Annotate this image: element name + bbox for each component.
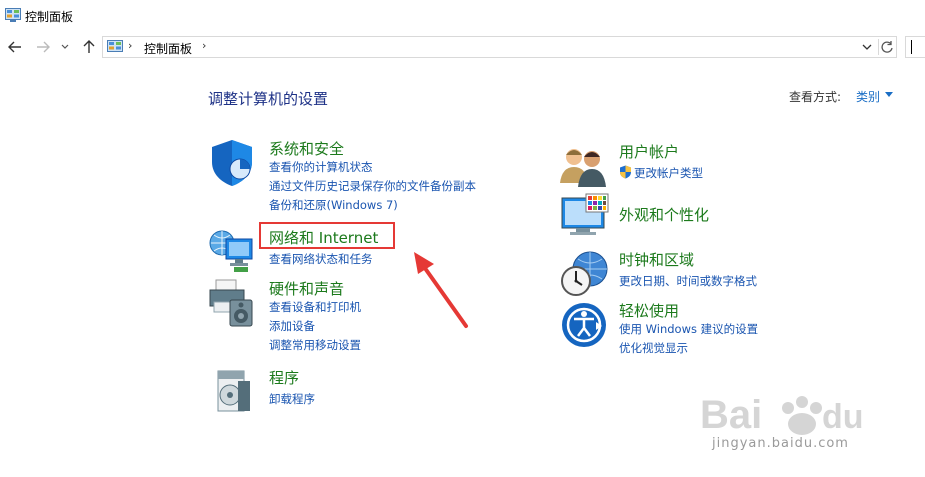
clock-globe-icon [561,251,608,296]
link-file-history[interactable]: 通过文件历史记录保存你的文件备份副本 [269,178,476,194]
category-title[interactable]: 轻松使用 [619,300,679,321]
svg-text:Bai: Bai [700,393,762,437]
up-button[interactable] [81,39,97,55]
link-backup-restore[interactable]: 备份和还原(Windows 7) [269,197,398,213]
link-mobility-settings[interactable]: 调整常用移动设置 [269,337,361,353]
watermark-url: jingyan.baidu.com [712,436,849,451]
annotation-arrow-icon [414,252,468,328]
link-optimize-display[interactable]: 优化视觉显示 [619,340,688,356]
category-title[interactable]: 外观和个性化 [619,204,709,225]
page-title: 调整计算机的设置 [208,90,329,108]
category-title[interactable]: 程序 [269,367,299,388]
category-title[interactable]: 时钟和区域 [619,249,694,270]
users-icon [560,149,606,187]
chevron-down-icon [61,44,69,49]
breadcrumb-separator[interactable]: › [128,39,132,52]
title-bar: 控制面板 [0,0,925,33]
text-caret [911,40,912,54]
search-input[interactable] [905,36,925,58]
link-view-computer-status[interactable]: 查看你的计算机状态 [269,159,373,175]
shield-icon [212,140,252,186]
link-add-device[interactable]: 添加设备 [269,318,315,334]
dropdown-arrow-icon[interactable] [885,92,893,97]
breadcrumb-separator[interactable]: › [202,39,206,52]
refresh-icon[interactable] [878,39,895,55]
category-title[interactable]: 硬件和声音 [269,278,344,299]
highlight-box [259,222,395,249]
arrow-right-icon [37,41,50,53]
link-change-date-time[interactable]: 更改日期、时间或数字格式 [619,273,757,289]
arrow-left-icon [8,41,21,53]
view-by-dropdown[interactable]: 类别 [856,88,880,105]
chevron-down-icon[interactable] [860,40,874,54]
link-change-account-type[interactable]: 更改帐户类型 [634,165,703,181]
link-recommended-settings[interactable]: 使用 Windows 建议的设置 [619,321,758,337]
printer-speaker-icon [209,279,253,327]
arrow-up-icon [83,40,95,53]
display-palette-icon [561,193,609,235]
link-network-status[interactable]: 查看网络状态和任务 [269,251,373,267]
window-title: 控制面板 [25,10,74,24]
view-by-label: 查看方式: [789,90,842,104]
ease-of-access-icon [562,303,606,347]
link-devices-printers[interactable]: 查看设备和打印机 [269,299,361,315]
control-panel-icon [5,8,21,22]
back-button[interactable] [7,39,23,55]
network-globe-icon [209,230,253,272]
control-panel-icon [107,40,123,52]
address-bar[interactable]: › 控制面板 › [102,36,897,58]
uac-shield-icon [620,165,631,179]
category-title[interactable]: 用户帐户 [619,141,679,162]
breadcrumb-control-panel[interactable]: 控制面板 [144,40,192,57]
svg-text:du: du [822,398,864,436]
programs-box-icon [217,370,250,412]
link-uninstall-program[interactable]: 卸载程序 [269,391,315,407]
recent-locations-button[interactable] [60,39,70,55]
forward-button[interactable] [35,39,51,55]
category-title[interactable]: 系统和安全 [269,138,344,159]
